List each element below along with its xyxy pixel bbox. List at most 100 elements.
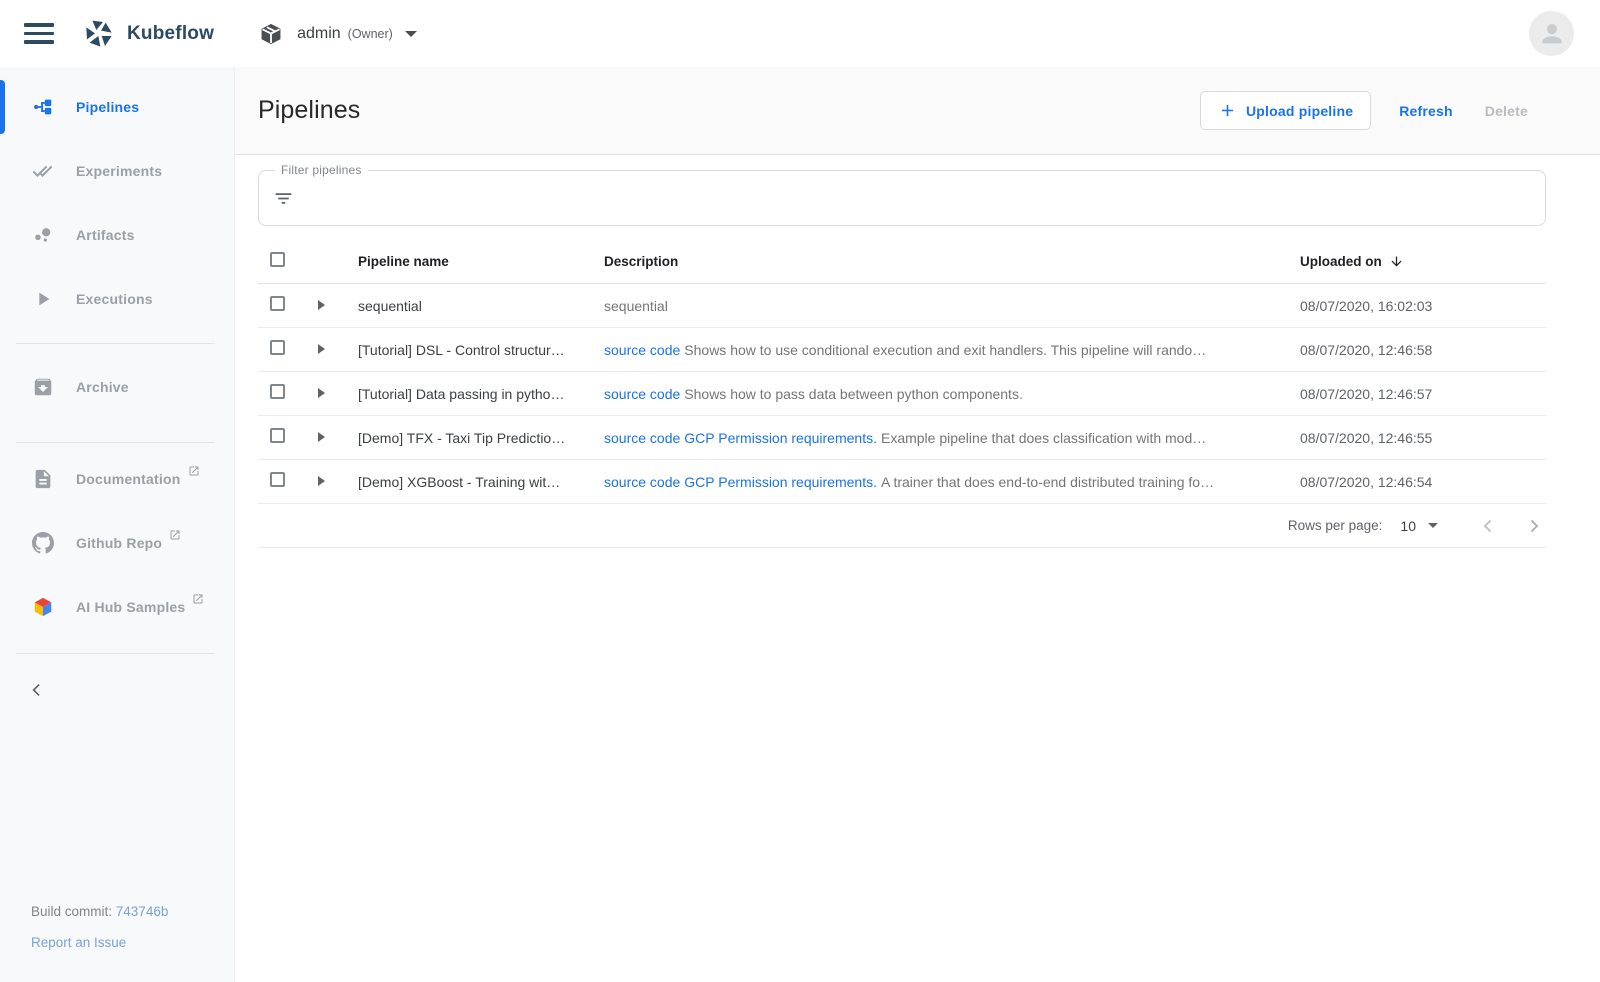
next-page-button[interactable] [1522, 514, 1546, 538]
filter-field[interactable]: Filter pipelines [258, 170, 1546, 226]
delete-button[interactable]: Delete [1485, 103, 1528, 119]
expand-row-icon[interactable] [318, 388, 325, 398]
kubeflow-brand: Kubeflow [83, 18, 214, 50]
source-code-link[interactable]: source code [604, 474, 680, 490]
pipeline-name[interactable]: [Tutorial] Data passing in pytho… [358, 386, 604, 402]
pipelines-icon [31, 95, 55, 119]
sidebar-item-label: Executions [76, 291, 153, 307]
uploaded-on-value: 08/07/2020, 12:46:55 [1300, 430, 1546, 446]
build-commit-label: Build commit: [31, 904, 116, 919]
expand-row-icon[interactable] [318, 432, 325, 442]
description-text: A trainer that does end-to-end distribut… [881, 474, 1214, 490]
uploaded-on-value: 08/07/2020, 16:02:03 [1300, 298, 1546, 314]
filter-field-label: Filter pipelines [275, 163, 368, 177]
person-icon [1535, 17, 1569, 51]
pipeline-name[interactable]: [Demo] XGBoost - Training wit… [358, 474, 604, 490]
external-link-icon [169, 528, 181, 546]
app-window: Kubeflow admin (Owner) [0, 0, 1600, 982]
gcp-permission-link[interactable]: GCP Permission requirements. [684, 430, 877, 446]
rows-per-page-value[interactable]: 10 [1400, 518, 1416, 534]
row-checkbox[interactable] [270, 296, 285, 311]
github-icon [31, 531, 55, 555]
sidebar-item-label: Documentation [76, 471, 181, 487]
sidebar-item-documentation[interactable]: Documentation [0, 447, 234, 511]
pipeline-name[interactable]: sequential [358, 298, 604, 314]
upload-pipeline-button[interactable]: Upload pipeline [1200, 91, 1371, 130]
build-commit-link[interactable]: 743746b [116, 904, 169, 919]
pipeline-description: source codeShows how to use conditional … [604, 342, 1300, 358]
row-checkbox[interactable] [270, 340, 285, 355]
sidebar-item-archive[interactable]: Archive [0, 355, 234, 419]
pipeline-description: source codeGCP Permission requirements.A… [604, 474, 1300, 490]
gcp-permission-link[interactable]: GCP Permission requirements. [684, 474, 877, 490]
archive-icon [31, 375, 55, 399]
row-checkbox[interactable] [270, 428, 285, 443]
app-title: Kubeflow [127, 23, 214, 45]
filter-input[interactable] [304, 190, 1531, 206]
kubeflow-logo-icon [83, 18, 115, 50]
table-row: [Tutorial] Data passing in pytho… source… [258, 372, 1546, 416]
sidebar: Pipelines Experiments [0, 67, 235, 982]
description-text: Example pipeline that does classificatio… [881, 430, 1206, 446]
plus-icon [1218, 101, 1237, 120]
sidebar-item-pipelines[interactable]: Pipelines [0, 75, 234, 139]
sidebar-item-artifacts[interactable]: Artifacts [0, 203, 234, 267]
table-row: [Tutorial] DSL - Control structur… sourc… [258, 328, 1546, 372]
description-text: sequential [604, 298, 668, 314]
refresh-button[interactable]: Refresh [1399, 103, 1453, 119]
row-checkbox[interactable] [270, 472, 285, 487]
sidebar-item-label: Pipelines [76, 99, 139, 115]
external-link-icon [192, 592, 204, 610]
column-header-pipeline-name[interactable]: Pipeline name [358, 254, 604, 269]
table-row: sequential sequential 08/07/2020, 16:02:… [258, 284, 1546, 328]
pipeline-description: source codeGCP Permission requirements.E… [604, 430, 1300, 446]
pipeline-description: source codeShows how to pass data betwee… [604, 386, 1300, 402]
column-header-uploaded-on[interactable]: Uploaded on [1300, 254, 1546, 269]
experiments-icon [31, 159, 55, 183]
main-content: Pipelines Upload pipeline Refresh Delete… [235, 67, 1600, 982]
user-avatar[interactable] [1529, 11, 1574, 56]
description-text: Shows how to use conditional execution a… [684, 342, 1206, 358]
report-issue-link[interactable]: Report an Issue [31, 935, 126, 950]
column-header-description[interactable]: Description [604, 254, 1300, 269]
executions-icon [31, 287, 55, 311]
sidebar-item-ai-hub-samples[interactable]: AI Hub Samples [0, 575, 234, 639]
sidebar-item-label: Artifacts [76, 227, 135, 243]
source-code-link[interactable]: source code [604, 430, 680, 446]
sidebar-item-label: AI Hub Samples [76, 599, 185, 615]
namespace-name: admin [297, 25, 341, 43]
uploaded-on-value: 08/07/2020, 12:46:58 [1300, 342, 1546, 358]
row-checkbox[interactable] [270, 384, 285, 399]
sidebar-item-executions[interactable]: Executions [0, 267, 234, 331]
uploaded-on-value: 08/07/2020, 12:46:54 [1300, 474, 1546, 490]
expand-row-icon[interactable] [318, 476, 325, 486]
ai-hub-icon [31, 595, 55, 619]
collapse-sidebar-button[interactable] [27, 680, 51, 704]
hamburger-menu-icon[interactable] [24, 23, 56, 44]
sidebar-divider [16, 653, 214, 654]
sidebar-item-experiments[interactable]: Experiments [0, 139, 234, 203]
uploaded-on-label: Uploaded on [1300, 254, 1382, 269]
sidebar-footer: Build commit: 743746b Report an Issue [31, 904, 168, 950]
pipeline-name[interactable]: [Tutorial] DSL - Control structur… [358, 342, 604, 358]
sidebar-item-github-repo[interactable]: Github Repo [0, 511, 234, 575]
rows-per-page-caret-icon[interactable] [1428, 523, 1438, 528]
pipeline-description: sequential [604, 298, 1300, 314]
sidebar-item-label: Experiments [76, 163, 162, 179]
namespace-role: (Owner) [348, 27, 393, 41]
namespace-dropdown-caret-icon [405, 31, 417, 37]
pipeline-name[interactable]: [Demo] TFX - Taxi Tip Predictio… [358, 430, 604, 446]
source-code-link[interactable]: source code [604, 342, 680, 358]
select-all-checkbox[interactable] [270, 252, 285, 267]
expand-row-icon[interactable] [318, 344, 325, 354]
table-row: [Demo] TFX - Taxi Tip Predictio… source … [258, 416, 1546, 460]
sidebar-divider [16, 343, 214, 344]
rows-per-page-label: Rows per page: [1288, 518, 1383, 533]
namespace-selector[interactable]: admin (Owner) [259, 22, 417, 46]
source-code-link[interactable]: source code [604, 386, 680, 402]
package-icon [259, 22, 283, 46]
expand-row-icon[interactable] [318, 300, 325, 310]
external-link-icon [188, 464, 200, 482]
previous-page-button[interactable] [1476, 514, 1500, 538]
filter-icon [273, 188, 294, 209]
